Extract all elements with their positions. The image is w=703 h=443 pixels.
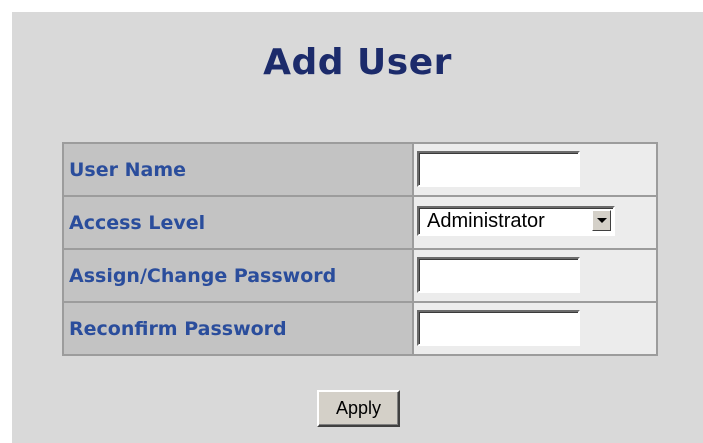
- chevron-down-icon[interactable]: [592, 210, 611, 231]
- user-name-label-cell: User Name: [62, 142, 414, 197]
- table-row: Assign/Change Password: [62, 248, 658, 303]
- reconfirm-value-cell: [412, 301, 658, 356]
- user-name-input[interactable]: [417, 151, 580, 187]
- access-level-selected-value: Administrator: [427, 210, 545, 232]
- password-value-cell: [412, 248, 658, 303]
- table-row: Reconfirm Password: [62, 301, 658, 356]
- page-title: Add User: [263, 42, 452, 83]
- table-row: Access Level Administrator: [62, 195, 658, 250]
- password-label-cell: Assign/Change Password: [62, 248, 414, 303]
- access-level-select[interactable]: Administrator: [417, 206, 615, 236]
- reconfirm-label-cell: Reconfirm Password: [62, 301, 414, 356]
- access-level-label: Access Level: [69, 211, 206, 234]
- password-label: Assign/Change Password: [69, 264, 337, 287]
- access-level-label-cell: Access Level: [62, 195, 414, 250]
- access-level-value-cell: Administrator: [412, 195, 658, 250]
- user-name-label: User Name: [69, 158, 187, 181]
- reconfirm-password-label: Reconfirm Password: [69, 317, 287, 340]
- user-form-table: User Name Access Level Administrator Ass…: [62, 142, 658, 356]
- password-input[interactable]: [417, 257, 580, 293]
- user-name-value-cell: [412, 142, 658, 197]
- add-user-panel: Add User User Name Access Level Administ…: [12, 12, 703, 443]
- table-row: User Name: [62, 142, 658, 197]
- reconfirm-password-input[interactable]: [417, 310, 580, 346]
- apply-button[interactable]: Apply: [317, 390, 400, 427]
